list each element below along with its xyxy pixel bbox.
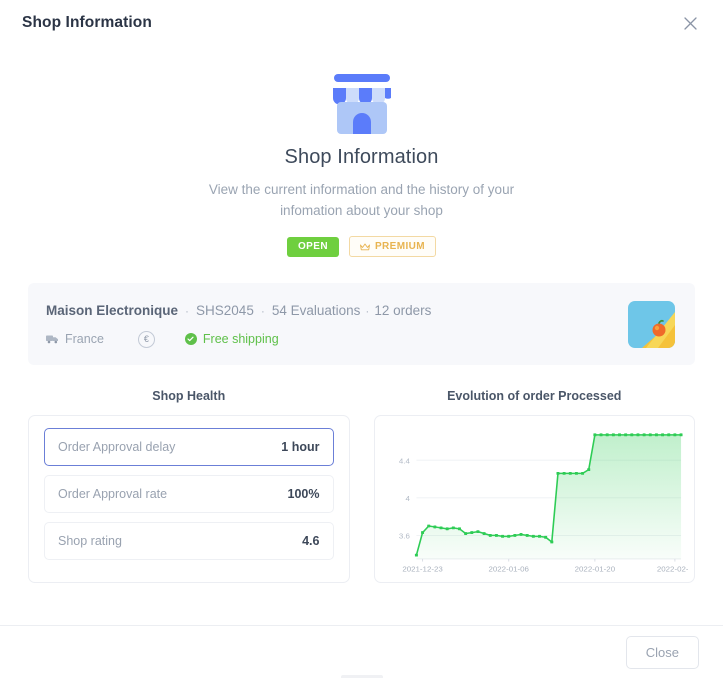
shop-country: France (46, 332, 104, 346)
truck-icon (46, 335, 58, 344)
shop-summary-card: Maison Electronique · SHS2045 · 54 Evalu… (28, 283, 695, 365)
storefront-icon (332, 74, 391, 134)
shop-summary-line2: France € Free shipping (46, 330, 614, 348)
metric-label: Order Approval rate (58, 487, 168, 501)
svg-text:4.4: 4.4 (398, 457, 410, 466)
shop-summary-text: Maison Electronique · SHS2045 · 54 Evalu… (46, 302, 614, 348)
metric-value: 1 hour (281, 440, 320, 454)
modal-title: Shop Information (22, 14, 152, 31)
svg-text:2022-02-0: 2022-02-0 (656, 565, 688, 574)
separator-dot: · (185, 303, 190, 318)
status-badges: OPEN PREMIUM (28, 236, 695, 257)
shop-name: Maison Electronique (46, 302, 179, 318)
shop-health-title: Shop Health (152, 389, 226, 403)
panels-row: Shop Health Order Approval delay 1 hour … (28, 389, 695, 583)
close-icon[interactable] (677, 10, 703, 36)
currency-symbol: € (143, 334, 149, 344)
shop-information-modal: Shop Information Shop Information View t… (0, 0, 723, 678)
free-shipping-tag: Free shipping (184, 332, 279, 346)
separator-dot: · (365, 303, 370, 318)
free-shipping-label: Free shipping (202, 332, 279, 346)
metric-value: 4.6 (302, 534, 320, 548)
order-evolution-chart-box: 4.4 4 3.6 2021-12-23 2022-01-06 2022-01-20 202… (373, 415, 695, 583)
order-evolution-title: Evolution of order Processed (447, 389, 622, 403)
shop-photo-thumbnail (628, 301, 675, 348)
shop-evaluations: 54 Evaluations (271, 302, 361, 318)
hero-title: Shop Information (284, 146, 439, 168)
close-button[interactable]: Close (625, 635, 699, 669)
check-circle-icon (184, 333, 197, 345)
hero-subtitle-line2: infomation about your shop (280, 203, 443, 218)
order-evolution-panel: Evolution of order Processed 4.4 4 3.6 2021… (373, 389, 695, 583)
metric-label: Order Approval delay (58, 440, 176, 454)
metric-row[interactable]: Order Approval delay 1 hour (44, 428, 334, 466)
hero-subtitle-line1: View the current information and the his… (208, 182, 515, 197)
status-badge-premium-label: PREMIUM (374, 241, 425, 252)
modal-body: Shop Information View the current inform… (0, 46, 723, 625)
svg-text:2021-12-23: 2021-12-23 (402, 565, 443, 574)
order-evolution-chart[interactable]: 4.4 4 3.6 2021-12-23 2022-01-06 2022-01-20 202… (381, 422, 689, 582)
shop-health-panel: Shop Health Order Approval delay 1 hour … (28, 389, 350, 583)
euro-circle-icon: € (137, 330, 155, 348)
shop-orders: 12 orders (374, 302, 432, 318)
metric-row[interactable]: Shop rating 4.6 (44, 522, 334, 560)
svg-text:4: 4 (405, 494, 410, 503)
crown-icon (360, 243, 370, 250)
svg-text:2022-01-20: 2022-01-20 (574, 565, 615, 574)
metric-row[interactable]: Order Approval rate 100% (44, 475, 334, 513)
shop-health-box: Order Approval delay 1 hour Order Approv… (28, 415, 350, 583)
shop-reference: SHS2045 (196, 302, 254, 318)
status-badge-premium: PREMIUM (348, 236, 436, 257)
svg-text:3.6: 3.6 (398, 532, 409, 541)
modal-header: Shop Information (0, 0, 723, 46)
separator-dot: · (260, 303, 265, 318)
shop-country-label: France (65, 332, 104, 346)
modal-footer: Close (0, 625, 723, 678)
status-badge-open: OPEN (287, 236, 339, 257)
metric-value: 100% (287, 487, 320, 501)
shop-summary-line1: Maison Electronique · SHS2045 · 54 Evalu… (46, 302, 614, 320)
hero-subtitle: View the current information and the his… (197, 179, 527, 221)
metric-label: Shop rating (58, 534, 122, 548)
hero-section: Shop Information View the current inform… (28, 46, 695, 257)
svg-text:2022-01-06: 2022-01-06 (488, 565, 529, 574)
